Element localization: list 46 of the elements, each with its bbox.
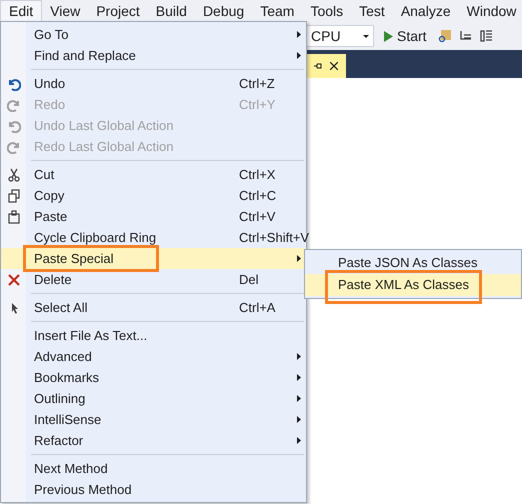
menu-item[interactable]: Find and Replace xyxy=(1,45,306,66)
menu-item[interactable]: Paste JSON As Classes xyxy=(305,252,521,274)
play-icon xyxy=(384,30,393,42)
undo-icon xyxy=(6,118,20,132)
menu-item[interactable]: IntelliSense xyxy=(1,409,306,430)
copy-icon xyxy=(6,188,20,202)
menu-item[interactable]: Cut Ctrl+X xyxy=(1,164,306,185)
close-icon xyxy=(6,272,20,286)
menu-bar-item[interactable]: Test xyxy=(351,0,393,22)
menu-item[interactable]: Select All Ctrl+A xyxy=(1,297,306,318)
undo-icon xyxy=(6,76,20,90)
menu-bar-item[interactable]: Build xyxy=(148,0,195,22)
menu-item[interactable]: Previous Method xyxy=(1,479,306,500)
start-button[interactable]: Start xyxy=(380,25,431,47)
caret-icon xyxy=(363,34,369,38)
menu-item[interactable]: Insert File As Text... xyxy=(1,325,306,346)
menu-item[interactable]: Advanced xyxy=(1,346,306,367)
pin-icon xyxy=(314,63,322,69)
redo-icon xyxy=(6,98,20,112)
menu-bar-item[interactable]: Tools xyxy=(302,0,352,22)
menu-bar-item[interactable]: View xyxy=(42,0,88,22)
menu-bar-item[interactable]: Team xyxy=(252,0,302,22)
scissors-icon xyxy=(6,168,20,182)
folder-search-icon[interactable] xyxy=(436,28,453,44)
menu-item[interactable]: Paste Ctrl+V xyxy=(1,206,306,227)
menu-item[interactable]: Next Method xyxy=(1,458,306,479)
menu-item[interactable]: Undo Ctrl+Z xyxy=(1,73,306,94)
menu-bar-item[interactable]: Analyze xyxy=(392,0,459,22)
redo-icon xyxy=(6,140,20,154)
menu-item[interactable]: Paste Special xyxy=(1,248,306,269)
menu-item[interactable]: Paste XML As Classes xyxy=(305,274,521,296)
toolbar-icon[interactable] xyxy=(478,29,493,43)
platform-value: CPU xyxy=(311,26,341,46)
menu-bar-item[interactable]: Edit xyxy=(0,0,42,22)
close-icon[interactable] xyxy=(330,62,338,70)
menu-bar-item[interactable]: Debug xyxy=(194,0,252,22)
clipboard-icon xyxy=(6,210,20,224)
menu-item[interactable]: Refactor xyxy=(1,430,306,451)
menu-bar-item[interactable]: Window xyxy=(458,0,522,22)
menu-item[interactable]: Go To xyxy=(1,24,306,45)
menu-item[interactable]: Copy Ctrl+C xyxy=(1,185,306,206)
menu-item[interactable]: Outlining xyxy=(1,388,306,409)
platform-dropdown[interactable]: CPU xyxy=(306,25,374,47)
menu-item[interactable]: Delete Del xyxy=(1,269,306,290)
menu-bar-item[interactable]: Project xyxy=(88,0,148,22)
menu-item[interactable]: Bookmarks xyxy=(1,367,306,388)
